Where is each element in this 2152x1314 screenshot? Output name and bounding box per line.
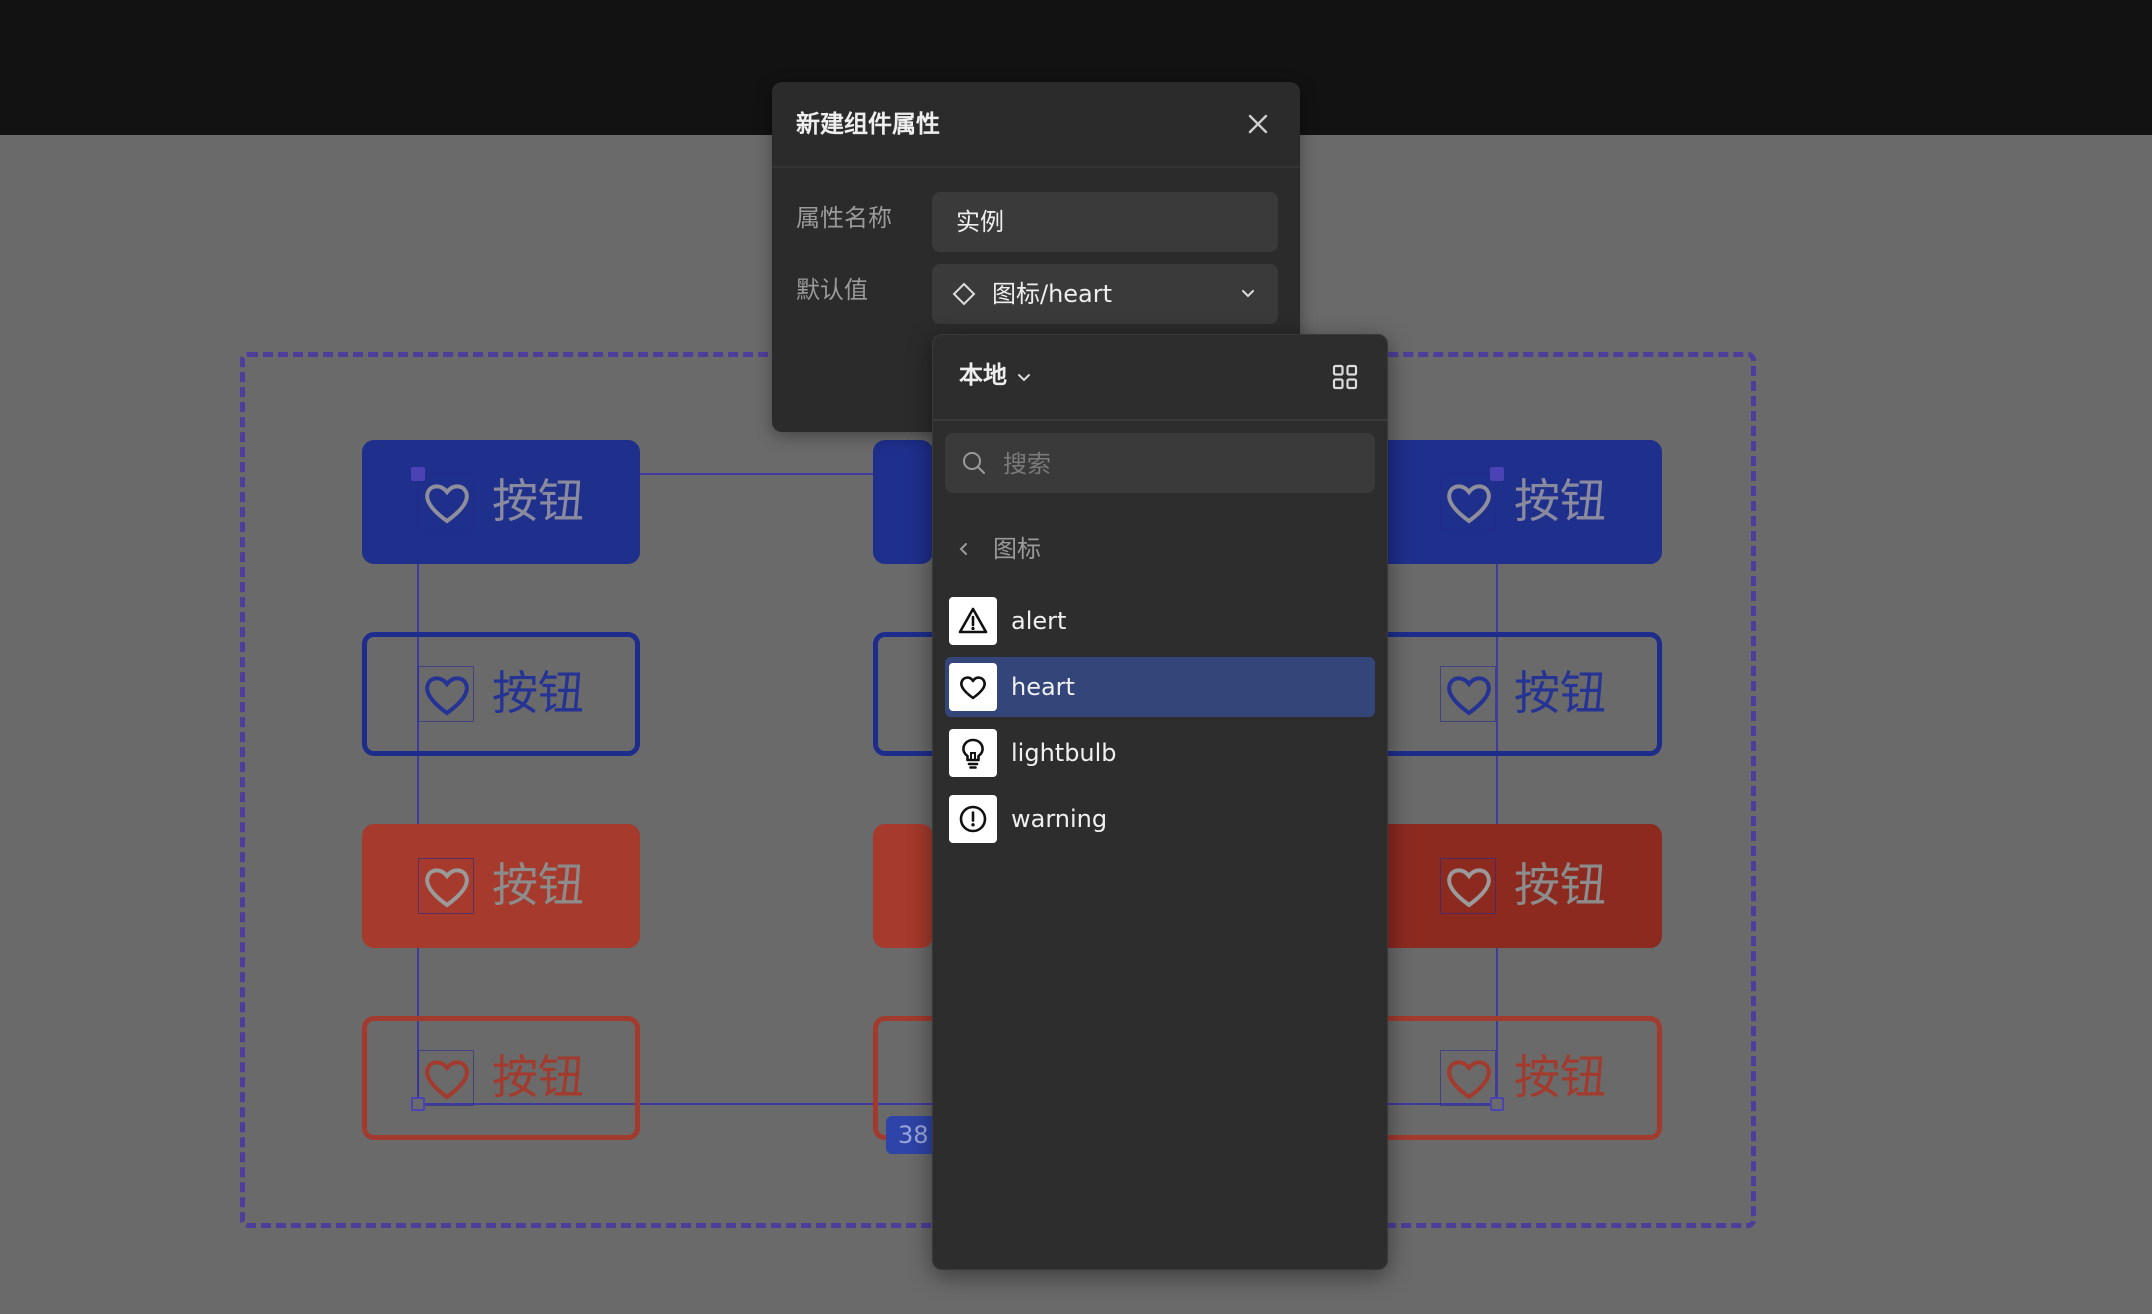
instance-picker-panel: 本地 图标 alert heart lightbulb: [932, 334, 1388, 1270]
default-value-select[interactable]: 图标/heart: [932, 264, 1278, 324]
heart-icon: [1440, 474, 1496, 530]
resize-handle[interactable]: [1490, 1097, 1504, 1111]
dialog-title: 新建组件属性: [796, 110, 940, 138]
button-variant-primary[interactable]: 按钮: [362, 440, 640, 564]
default-value-text: 图标/heart: [992, 280, 1113, 308]
button-variant-outline[interactable]: [873, 632, 933, 756]
button-label: 按钮: [1514, 666, 1606, 720]
button-label: 按钮: [492, 474, 584, 528]
dialog-header: 新建组件属性: [772, 82, 1300, 168]
search-icon: [963, 452, 985, 474]
button-label: 按钮: [492, 1050, 584, 1104]
selection-line: [417, 473, 419, 1105]
heart-icon: [418, 858, 474, 914]
close-icon[interactable]: [1244, 110, 1272, 138]
list-item-heart[interactable]: heart: [945, 657, 1375, 717]
folder-name: 图标: [993, 535, 1041, 563]
button-variant-danger[interactable]: 按钮: [362, 824, 640, 948]
chevron-down-icon[interactable]: [1015, 369, 1033, 387]
alert-triangle-icon: [949, 597, 997, 645]
button-label: 按钮: [1514, 474, 1606, 528]
lightbulb-icon: [949, 729, 997, 777]
button-variant-danger-outline[interactable]: 按钮: [1384, 1016, 1662, 1140]
heart-icon: [1440, 858, 1496, 914]
button-variant-danger[interactable]: 按钮: [1384, 824, 1662, 948]
chevron-left-icon: [959, 543, 967, 555]
picker-header: 本地: [933, 335, 1387, 421]
component-instance-icon: [952, 282, 976, 306]
resize-handle[interactable]: [1490, 467, 1504, 481]
property-name-label: 属性名称: [796, 204, 892, 232]
button-variant-outline[interactable]: 按钮: [1384, 632, 1662, 756]
button-label: 按钮: [492, 666, 584, 720]
default-value-label: 默认值: [796, 276, 868, 304]
heart-icon: [418, 474, 474, 530]
back-to-folder[interactable]: 图标: [953, 529, 1041, 569]
button-label: 按钮: [1514, 858, 1606, 912]
heart-icon: [1440, 666, 1496, 722]
item-name: lightbulb: [1011, 739, 1117, 767]
button-label: 按钮: [1514, 1050, 1606, 1104]
item-name: alert: [1011, 607, 1067, 635]
warning-circle-icon: [949, 795, 997, 843]
list-item-warning[interactable]: warning: [945, 789, 1375, 849]
heart-icon: [418, 1050, 474, 1106]
button-variant-primary[interactable]: [873, 440, 933, 564]
property-name-value: 实例: [956, 208, 1004, 236]
button-variant-danger[interactable]: [873, 824, 933, 948]
button-variant-outline[interactable]: 按钮: [362, 632, 640, 756]
heart-icon: [1440, 1050, 1496, 1106]
button-variant-primary[interactable]: 按钮: [1384, 440, 1662, 564]
item-name: warning: [1011, 805, 1108, 833]
search-box: [945, 433, 1375, 493]
list-item-lightbulb[interactable]: lightbulb: [945, 723, 1375, 783]
button-variant-danger-outline[interactable]: 按钮: [362, 1016, 640, 1140]
grid-view-icon[interactable]: [1331, 363, 1359, 391]
library-source-dropdown[interactable]: 本地: [959, 357, 1007, 393]
heart-icon: [418, 666, 474, 722]
resize-handle[interactable]: [411, 1097, 425, 1111]
selection-line: [1496, 473, 1498, 1105]
item-name: heart: [1011, 673, 1075, 701]
list-item-alert[interactable]: alert: [945, 591, 1375, 651]
chevron-down-icon: [1242, 290, 1254, 298]
property-name-input[interactable]: 实例: [932, 192, 1278, 252]
button-label: 按钮: [492, 858, 584, 912]
search-input[interactable]: [1001, 443, 1365, 485]
heart-icon: [949, 663, 997, 711]
resize-handle[interactable]: [411, 467, 425, 481]
